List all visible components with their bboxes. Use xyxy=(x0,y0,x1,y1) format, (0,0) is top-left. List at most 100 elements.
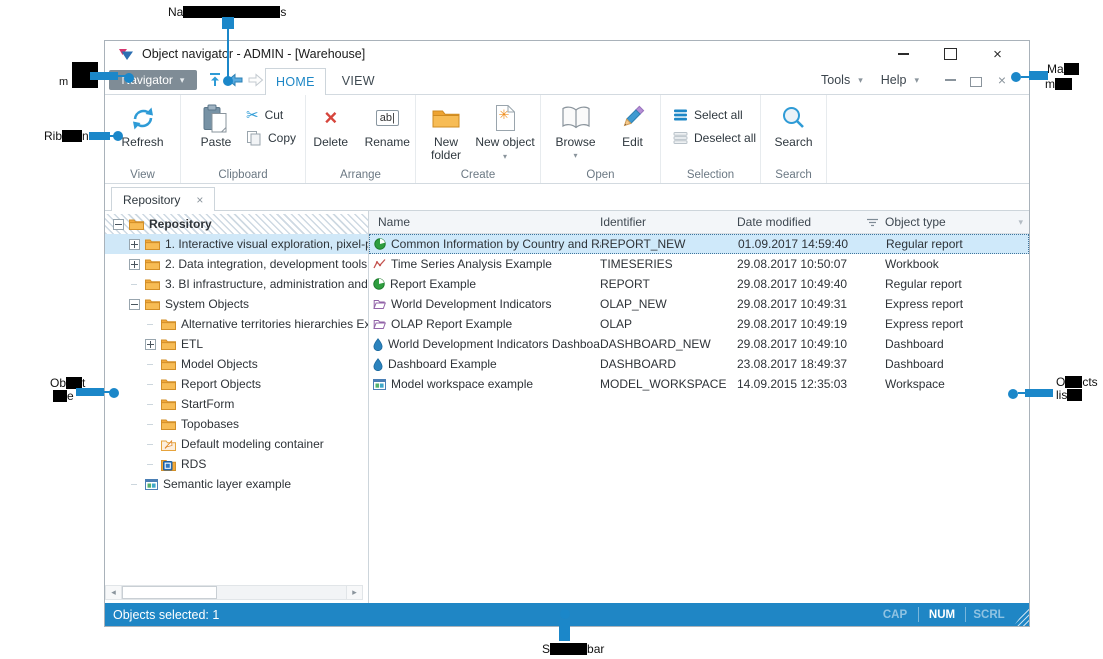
column-menu-icon[interactable]: ▾ xyxy=(1018,217,1023,228)
title-bar: Object navigator - ADMIN - [Warehouse] × xyxy=(105,41,1029,67)
new-folder-label: New folder xyxy=(421,136,471,162)
cell-object-type: Dashboard xyxy=(885,337,1029,351)
table-row[interactable]: Report ExampleREPORT29.08.2017 10:49:40R… xyxy=(369,274,1029,294)
tab-home[interactable]: HOME xyxy=(265,68,326,95)
table-row[interactable]: World Development IndicatorsOLAP_NEW29.0… xyxy=(369,294,1029,314)
tree-item[interactable]: 3. BI infrastructure, administration and… xyxy=(105,274,368,294)
navigator-menu-button[interactable]: Navigator ▾ xyxy=(109,70,197,90)
callout-label: Sbar xyxy=(542,642,604,656)
scroll-left-button[interactable]: ◂ xyxy=(106,586,122,599)
objects-list: Common Information by Country and Ra... R… xyxy=(369,234,1029,394)
delete-button[interactable]: × Delete xyxy=(306,100,356,149)
column-header-object-type[interactable]: Object type ▾ xyxy=(885,215,1029,229)
tree-item[interactable]: Default modeling container xyxy=(105,434,368,454)
tree-item[interactable]: Topobases xyxy=(105,414,368,434)
cell-object-type: Express report xyxy=(885,297,1029,311)
forward-button[interactable] xyxy=(245,71,265,89)
refresh-icon xyxy=(128,105,158,132)
ribbon-filler xyxy=(827,95,1029,183)
scroll-right-button[interactable]: ▸ xyxy=(346,586,362,599)
tools-menu[interactable]: Tools ▾ xyxy=(821,73,863,87)
table-row[interactable]: Time Series Analysis ExampleTIMESERIES29… xyxy=(369,254,1029,274)
cell-date-modified: 29.08.2017 10:49:10 xyxy=(737,337,885,351)
tab-repository[interactable]: Repository × xyxy=(111,187,215,211)
new-folder-button[interactable]: New folder xyxy=(421,100,471,163)
tree-item[interactable]: Semantic layer example xyxy=(105,474,368,494)
browse-label: Browse xyxy=(555,136,595,149)
minimize-ribbon-button[interactable] xyxy=(937,79,963,81)
column-header-date-modified[interactable]: Date modified xyxy=(737,215,885,229)
tree-item[interactable]: ETL xyxy=(105,334,368,354)
tree-item[interactable]: Alternative territories hierarchies Exam xyxy=(105,314,368,334)
paste-button[interactable]: Paste xyxy=(190,100,242,149)
folder-icon xyxy=(161,398,176,410)
callout-label: m xyxy=(59,76,68,88)
chevron-down-icon: ▾ xyxy=(573,151,577,160)
tree-item[interactable]: StartForm xyxy=(105,394,368,414)
collapse-icon[interactable] xyxy=(113,219,124,230)
edit-button[interactable]: Edit xyxy=(610,100,656,160)
select-all-button[interactable]: Select all xyxy=(673,104,760,125)
object-name: World Development Indicators xyxy=(391,297,552,311)
tree-item[interactable]: Repository xyxy=(105,214,368,234)
column-header-identifier[interactable]: Identifier xyxy=(600,215,737,229)
resize-grip[interactable] xyxy=(1012,603,1029,626)
column-header-name[interactable]: Name xyxy=(369,215,600,229)
cut-button[interactable]: ✂ Cut xyxy=(246,104,296,125)
callout-marker-dot xyxy=(1011,72,1021,82)
cell-name: Model workspace example xyxy=(369,377,600,391)
expand-icon[interactable] xyxy=(129,239,140,250)
cell-object-type: Workbook xyxy=(885,257,1029,271)
folder-icon xyxy=(161,378,176,390)
tree-item-label: Model Objects xyxy=(181,357,258,371)
minimize-button[interactable] xyxy=(880,43,927,65)
restore-button[interactable] xyxy=(963,74,989,87)
table-row[interactable]: OLAP Report ExampleOLAP29.08.2017 10:49:… xyxy=(369,314,1029,334)
rename-button[interactable]: ab| Rename xyxy=(360,100,415,149)
deselect-all-button[interactable]: Deselect all xyxy=(673,127,760,148)
browse-button[interactable]: Browse ▾ xyxy=(546,100,606,160)
maximize-button[interactable] xyxy=(927,43,974,65)
tab-repository-label: Repository xyxy=(123,193,180,207)
cell-date-modified: 29.08.2017 10:50:07 xyxy=(737,257,885,271)
expand-icon[interactable] xyxy=(145,339,156,350)
table-row[interactable]: Dashboard ExampleDASHBOARD23.08.2017 18:… xyxy=(369,354,1029,374)
tree-item[interactable]: 1. Interactive visual exploration, pixel… xyxy=(105,234,368,254)
paste-label: Paste xyxy=(201,136,232,149)
callout-marker-dot xyxy=(109,388,119,398)
tab-view[interactable]: VIEW xyxy=(332,68,385,94)
new-object-button[interactable]: ✳ New object ▾ xyxy=(475,100,535,163)
collapse-icon[interactable] xyxy=(129,299,140,310)
tree-item[interactable]: Model Objects xyxy=(105,354,368,374)
tree-horizontal-scrollbar[interactable]: ◂ ▸ xyxy=(105,585,363,600)
cell-identifier: OLAP xyxy=(600,317,737,331)
object-name: World Development Indicators Dashboard xyxy=(388,337,600,351)
tab-home-label: HOME xyxy=(276,75,315,89)
search-button[interactable]: Search xyxy=(768,100,820,149)
copy-label: Copy xyxy=(268,131,296,145)
tree-item[interactable]: RDS xyxy=(105,454,368,474)
folder-icon xyxy=(145,258,160,270)
tree-item[interactable]: Report Objects xyxy=(105,374,368,394)
tab-close-icon[interactable]: × xyxy=(196,193,203,207)
refresh-button[interactable]: Refresh xyxy=(121,100,163,149)
help-menu[interactable]: Help ▾ xyxy=(881,73,919,87)
scrollbar-thumb[interactable] xyxy=(122,586,217,599)
expand-icon[interactable] xyxy=(129,259,140,270)
workspace-icon xyxy=(373,379,386,390)
object-name: Common Information by Country and Ra... xyxy=(391,237,601,251)
up-level-button[interactable] xyxy=(205,71,225,89)
restore-icon xyxy=(970,77,982,87)
callout-connector xyxy=(76,388,104,396)
copy-button[interactable]: Copy xyxy=(246,127,296,148)
table-row[interactable]: World Development Indicators DashboardDA… xyxy=(369,334,1029,354)
callout-marker-square xyxy=(222,17,234,29)
filter-icon[interactable] xyxy=(866,217,879,228)
tree-item[interactable]: System Objects xyxy=(105,294,368,314)
group-label-arrange: Arrange xyxy=(306,169,415,181)
table-row[interactable]: Model workspace exampleMODEL_WORKSPACE14… xyxy=(369,374,1029,394)
callout-label: e xyxy=(53,389,74,403)
tree-item[interactable]: 2. Data integration, development tools a xyxy=(105,254,368,274)
table-row[interactable]: Common Information by Country and Ra...R… xyxy=(369,234,1029,254)
close-button[interactable]: × xyxy=(974,43,1021,65)
